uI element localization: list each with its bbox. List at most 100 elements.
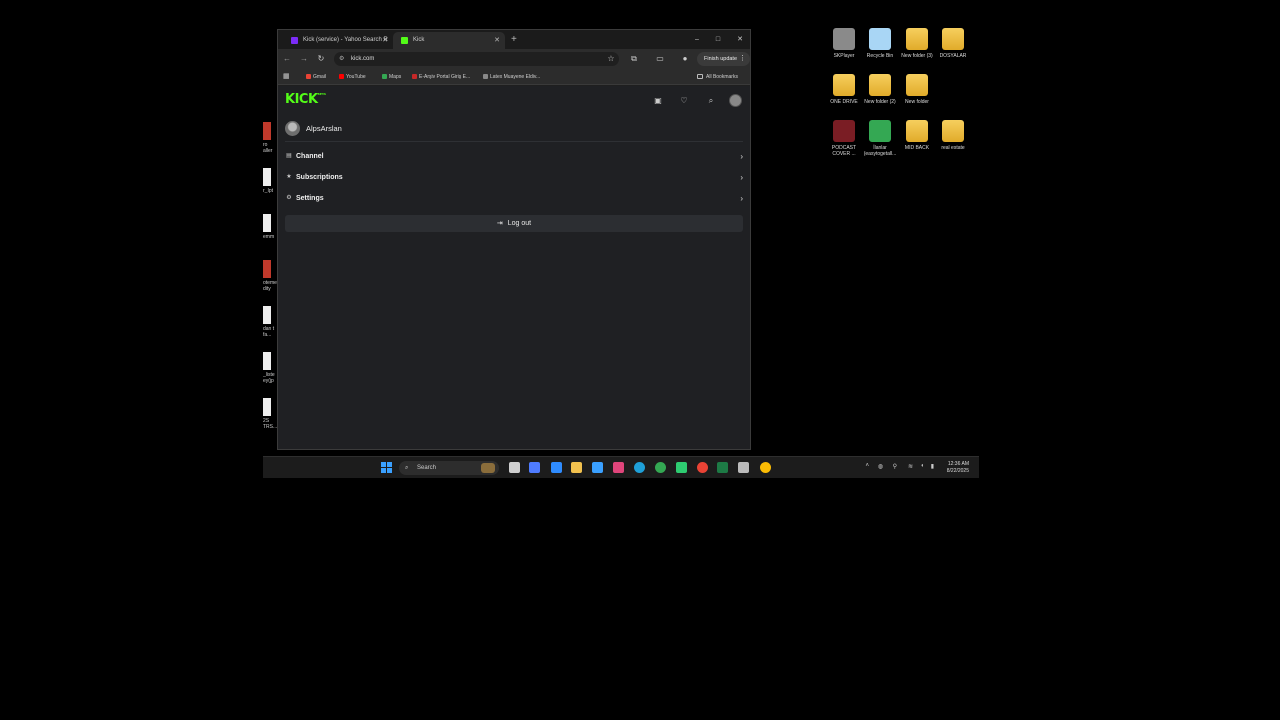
file-icon	[263, 214, 271, 232]
tray-app-icon[interactable]: ◍	[878, 463, 883, 470]
bookmark-item[interactable]: Gmail	[306, 69, 326, 85]
desktop-icon[interactable]: New folder (3)	[897, 28, 937, 59]
close-window-button[interactable]: ✕	[729, 30, 750, 49]
desktop-icon[interactable]: ONE DRIVE	[824, 74, 864, 105]
site-info-icon[interactable]: ⚙	[339, 52, 344, 66]
desktop-icon[interactable]: real estate	[933, 120, 973, 151]
kick-page: KICKBETA ▣ ♡ ⌕ AlpsArslan ▤ Channel › ★ Subs…	[278, 86, 750, 449]
desktop-icon-partial[interactable]: _liste ey(jp	[263, 352, 277, 384]
battery-icon[interactable]: ▮	[931, 463, 934, 470]
desktop-icon-partial[interactable]: r_Ipt	[263, 168, 277, 194]
chevron-right-icon: ›	[740, 152, 743, 161]
teams-icon[interactable]	[551, 462, 562, 473]
location-icon[interactable]: ⚲	[893, 463, 897, 470]
desktop-icon[interactable]: New folder (2)	[860, 74, 900, 105]
menu-dots-icon: ⋮	[739, 55, 747, 62]
search-icon[interactable]: ⌕	[705, 95, 717, 107]
app-icon[interactable]	[738, 462, 749, 473]
excel-icon[interactable]	[717, 462, 728, 473]
heart-icon[interactable]: ♡	[678, 95, 690, 107]
start-button[interactable]	[381, 462, 392, 473]
address-text: kick.com	[351, 56, 375, 62]
desktop-icon[interactable]: SKPlayer	[824, 28, 864, 59]
tab-title: Kick (service) - Yahoo Search R	[303, 37, 388, 43]
close-tab-icon[interactable]: ✕	[382, 32, 388, 49]
new-tab-button[interactable]: +	[511, 32, 517, 47]
forward-arrow-icon[interactable]: →	[298, 53, 310, 65]
back-arrow-icon[interactable]: ←	[281, 53, 293, 65]
desktop-icon[interactable]: PODCAST COVER ...	[824, 120, 864, 157]
menu-item-channel[interactable]: ▤ Channel ›	[285, 148, 743, 165]
bookmark-item[interactable]: Maps	[382, 69, 401, 85]
chrome-icon[interactable]	[655, 462, 666, 473]
bookmark-item[interactable]: YouTube	[339, 69, 366, 85]
profile-icon[interactable]: ●	[679, 53, 691, 65]
desktop-icon-partial[interactable]: 2S TRS...	[263, 398, 277, 430]
folder-icon	[833, 74, 855, 96]
wifi-icon[interactable]: ≋	[908, 463, 913, 470]
menu-item-subscriptions[interactable]: ★ Subscriptions ›	[285, 169, 743, 186]
all-bookmarks-link[interactable]: All Bookmarks	[697, 69, 738, 85]
desktop-icon-label: PODCAST COVER ...	[831, 145, 857, 157]
desktop-icon-partial[interactable]: emm	[263, 214, 277, 240]
chrome-icon[interactable]	[697, 462, 708, 473]
kick-logo[interactable]: KICKBETA	[285, 92, 326, 107]
minimize-button[interactable]: –	[686, 30, 708, 49]
bookmark-favicon-icon	[306, 74, 311, 79]
cast-icon[interactable]: ▭	[654, 53, 666, 65]
app-icon[interactable]	[676, 462, 687, 473]
bookmark-item[interactable]: E-Arşiv Portal Giriş E...	[412, 69, 470, 85]
desktop-icon-label: _liste ey(jp	[263, 372, 275, 384]
app-icon[interactable]	[613, 462, 624, 473]
desktop-icon[interactable]: DOSYALAR	[933, 28, 973, 59]
desktop-icon-partial[interactable]: oteme dity	[263, 260, 277, 292]
desktop-icon[interactable]: MID BACK	[897, 120, 937, 151]
desktop-icon-label: 2S TRS...	[263, 418, 277, 430]
desktop-icon[interactable]: New folder	[897, 74, 937, 105]
folder-icon	[942, 120, 964, 142]
chrome-icon[interactable]	[760, 462, 771, 473]
bookmark-item[interactable]: Latex Muayene Eldiv...	[483, 69, 540, 85]
bookmark-label: Latex Muayene Eldiv...	[490, 74, 541, 80]
close-tab-icon[interactable]: ✕	[494, 32, 500, 49]
file-explorer-icon[interactable]	[571, 462, 582, 473]
desktop-icon-partial[interactable]: ro aller	[263, 122, 277, 154]
desktop-icon-partial[interactable]: dan t fa...	[263, 306, 277, 338]
chevron-up-icon[interactable]: ˄	[865, 463, 869, 469]
subscriptions-icon: ★	[286, 174, 292, 180]
extensions-icon[interactable]: ⧉	[628, 53, 640, 65]
finish-update-button[interactable]: Finish update ⋮	[697, 52, 750, 66]
desktop-icon-label: DOSYALAR	[939, 53, 967, 59]
reload-icon[interactable]: ↻	[315, 53, 327, 65]
volume-icon[interactable]: ◖	[920, 463, 924, 469]
screen: SKPlayer Recycle Bin New folder (3) DOSYALA…	[0, 0, 1280, 720]
copilot-icon[interactable]	[529, 462, 540, 473]
tab-kick[interactable]: Kick ✕	[393, 32, 505, 49]
header-avatar[interactable]	[729, 94, 742, 107]
bookmark-star-icon[interactable]: ☆	[605, 53, 617, 65]
desktop-icon[interactable]: Recycle Bin	[860, 28, 900, 59]
finish-update-label: Finish update	[704, 56, 738, 62]
all-bookmarks-label: All Bookmarks	[706, 74, 738, 80]
edge-icon[interactable]	[634, 462, 645, 473]
desktop-icon-label: r_Ipt	[263, 188, 274, 194]
taskbar-search[interactable]: ⌕ Search	[399, 461, 499, 475]
maximize-button[interactable]: □	[707, 30, 729, 49]
app-icon[interactable]	[592, 462, 603, 473]
bookmark-label: Gmail	[313, 74, 327, 80]
desktop-icon-label: SKPlayer	[833, 53, 855, 59]
bookmark-favicon-icon	[339, 74, 344, 79]
task-view-icon[interactable]	[509, 462, 520, 473]
menu-item-settings[interactable]: ⚙ Settings ›	[285, 190, 743, 207]
desktop-icon-label: ro aller	[263, 142, 273, 154]
tab-yahoo-search[interactable]: Kick (service) - Yahoo Search R ✕	[283, 32, 393, 49]
bookmark-label: YouTube	[346, 74, 366, 80]
avatar	[285, 121, 300, 136]
clock[interactable]: 12:36 AM 8/22/2025	[947, 461, 969, 475]
gift-icon[interactable]: ▣	[652, 95, 664, 107]
address-bar[interactable]: ⚙ kick.com	[334, 52, 619, 66]
apps-grid-icon[interactable]: ▦	[283, 69, 290, 85]
logout-button[interactable]: ⇥ Log out	[285, 215, 743, 232]
desktop-icon[interactable]: İlanlar (easytogetall...	[860, 120, 900, 157]
yahoo-favicon-icon	[291, 37, 298, 44]
